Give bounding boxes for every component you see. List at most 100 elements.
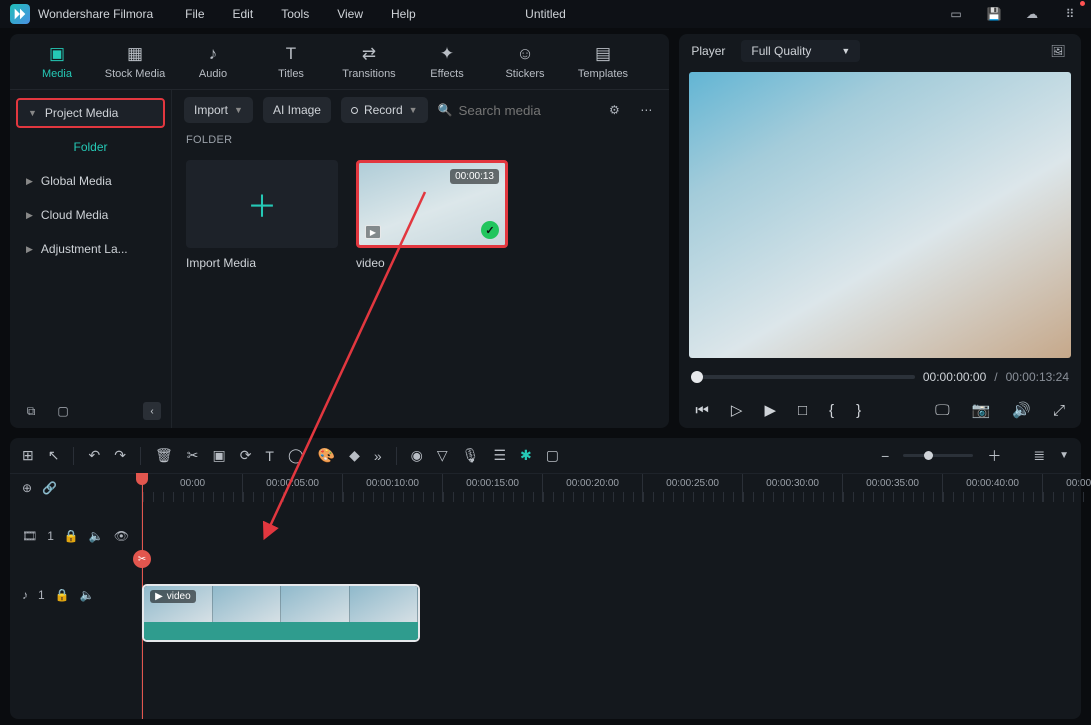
sidebar-folder[interactable]: Folder [16, 132, 165, 162]
magnetic-icon[interactable]: ✱ [520, 447, 532, 464]
auto-reframe-icon[interactable]: ⊞ [22, 447, 34, 464]
mark-out-icon[interactable]: } [856, 402, 861, 419]
chevron-down-icon: ▼ [234, 105, 243, 115]
tab-audio-label: Audio [199, 68, 227, 80]
mixer-icon[interactable]: ☰ [493, 447, 506, 464]
divider [140, 447, 141, 465]
media-thumb-video[interactable]: 00:00:13 ▶ ✓ [356, 160, 508, 248]
snapshot-icon[interactable]: 🖼 [1047, 40, 1069, 62]
video-track-header[interactable]: 🎞 1 🔒 🔈 👁 [10, 502, 141, 570]
stop-icon[interactable]: □ [798, 402, 807, 419]
import-button[interactable]: Import ▼ [184, 97, 253, 123]
media-thumb-video-label: video [356, 256, 508, 270]
link-icon[interactable]: 🔗 [42, 481, 57, 495]
chevron-down-icon[interactable]: ▼ [1059, 450, 1069, 461]
text-icon[interactable]: T [265, 448, 274, 464]
cloud-upload-icon[interactable]: ☁ [1021, 3, 1043, 25]
audio-track-header[interactable]: ♪ 1 🔒 🔈 [10, 570, 141, 620]
display-icon[interactable]: 🖵 [935, 402, 949, 419]
tab-media[interactable]: ▣ Media [20, 44, 94, 80]
zoom-in-icon[interactable]: ＋ [987, 446, 1001, 466]
focus-icon[interactable]: ◉ [411, 447, 423, 464]
menu-tools[interactable]: Tools [281, 7, 309, 21]
record-button[interactable]: Record ▼ [341, 97, 428, 123]
tab-stock-media[interactable]: ▦ Stock Media [98, 44, 172, 80]
zoom-out-icon[interactable]: − [881, 448, 889, 464]
thumbnail-view-icon[interactable]: ▢ [546, 447, 559, 464]
caret-right-icon: ▶ [26, 210, 33, 221]
timeline-ruler[interactable]: 00:00 00:00:05:00 00:00:10:00 00:00:15:0… [142, 474, 1091, 502]
markers-icon[interactable]: ▽ [437, 447, 448, 464]
camera-icon[interactable]: 📷 [972, 401, 991, 419]
crop-icon[interactable]: ▣ [212, 447, 225, 464]
menu-view[interactable]: View [337, 7, 363, 21]
sidebar-project-media[interactable]: ▼ Project Media [16, 98, 165, 128]
menu-edit[interactable]: Edit [233, 7, 254, 21]
split-icon[interactable]: ✂ [187, 447, 199, 464]
titles-icon: T [286, 44, 296, 64]
pointer-icon[interactable]: ↖ [48, 447, 60, 464]
track-view-icon[interactable]: ≣ [1033, 447, 1045, 464]
sidebar-collapse-button[interactable]: ‹ [143, 402, 161, 420]
visibility-icon[interactable]: 👁 [114, 529, 129, 543]
fullscreen-icon[interactable]: ⤢ [1053, 402, 1065, 419]
lock-icon[interactable]: 🔒 [55, 588, 70, 602]
play-back-icon[interactable]: ▷ [731, 401, 743, 419]
scrub-knob[interactable] [691, 371, 703, 383]
search-input[interactable] [459, 103, 594, 118]
sidebar-global-media-label: Global Media [41, 174, 112, 188]
delete-icon[interactable]: 🗑 [155, 447, 173, 464]
sidebar-cloud-media[interactable]: ▶ Cloud Media [16, 200, 165, 230]
media-icon: ▣ [49, 44, 65, 64]
redo-icon[interactable]: ↷ [114, 447, 126, 464]
timeline-clip-video[interactable]: ▶ video [142, 584, 420, 642]
import-label: Import [194, 103, 228, 117]
sidebar-folder-label: Folder [73, 140, 107, 154]
color-tool-icon[interactable]: ◯ [288, 447, 304, 464]
mute-icon[interactable]: 🔈 [80, 588, 95, 602]
keyframe-icon[interactable]: ◆ [349, 447, 360, 464]
tab-templates[interactable]: ▤ Templates [566, 44, 640, 80]
play-icon[interactable]: ▶ [764, 401, 776, 419]
import-media-label: Import Media [186, 256, 338, 270]
voice-icon[interactable]: 🎙 [462, 447, 480, 464]
device-icon[interactable]: ▭ [945, 3, 967, 25]
ai-image-button[interactable]: AI Image [263, 97, 331, 123]
record-label: Record [364, 103, 403, 117]
mark-in-icon[interactable]: { [829, 402, 834, 419]
filter-icon[interactable]: ⚙ [603, 99, 625, 121]
palette-icon[interactable]: 🎨 [318, 447, 335, 464]
add-track-icon[interactable]: ⊕ [22, 481, 32, 495]
scrub-bar[interactable] [691, 375, 914, 379]
player-label: Player [691, 44, 725, 58]
quality-dropdown[interactable]: Full Quality ▼ [741, 40, 860, 62]
tab-effects[interactable]: ✦ Effects [410, 44, 484, 80]
more-icon[interactable]: ⋯ [635, 99, 657, 121]
new-folder-icon[interactable]: ▢ [52, 400, 74, 422]
lock-icon[interactable]: 🔒 [64, 529, 79, 543]
tab-audio[interactable]: ♪ Audio [176, 44, 250, 80]
transitions-icon: ⇄ [362, 44, 376, 64]
import-media-tile[interactable]: ＋ [186, 160, 338, 248]
caret-right-icon: ▶ [26, 176, 33, 187]
new-bin-icon[interactable]: ⧉ [20, 400, 42, 422]
sidebar-global-media[interactable]: ▶ Global Media [16, 166, 165, 196]
tab-transitions[interactable]: ⇄ Transitions [332, 44, 406, 80]
tab-stickers[interactable]: ☺ Stickers [488, 44, 562, 80]
sidebar-adjustment-layers[interactable]: ▶ Adjustment La... [16, 234, 165, 264]
overflow-icon[interactable]: » [374, 448, 382, 464]
apps-grid-icon[interactable]: ⠿ [1059, 3, 1081, 25]
mute-icon[interactable]: 🔈 [89, 529, 104, 543]
tab-titles[interactable]: T Titles [254, 44, 328, 80]
save-icon[interactable]: 💾 [983, 3, 1005, 25]
menu-help[interactable]: Help [391, 7, 416, 21]
speed-icon[interactable]: ⟳ [240, 447, 252, 464]
menu-file[interactable]: File [185, 7, 204, 21]
duration-badge: 00:00:13 [450, 169, 499, 184]
volume-icon[interactable]: 🔊 [1012, 401, 1031, 419]
undo-icon[interactable]: ↶ [88, 447, 100, 464]
prev-frame-icon[interactable]: ⏮ [695, 402, 709, 419]
preview-canvas[interactable] [689, 72, 1071, 358]
zoom-slider[interactable] [903, 454, 973, 457]
playhead-scissor-icon[interactable]: ✂ [133, 550, 151, 568]
